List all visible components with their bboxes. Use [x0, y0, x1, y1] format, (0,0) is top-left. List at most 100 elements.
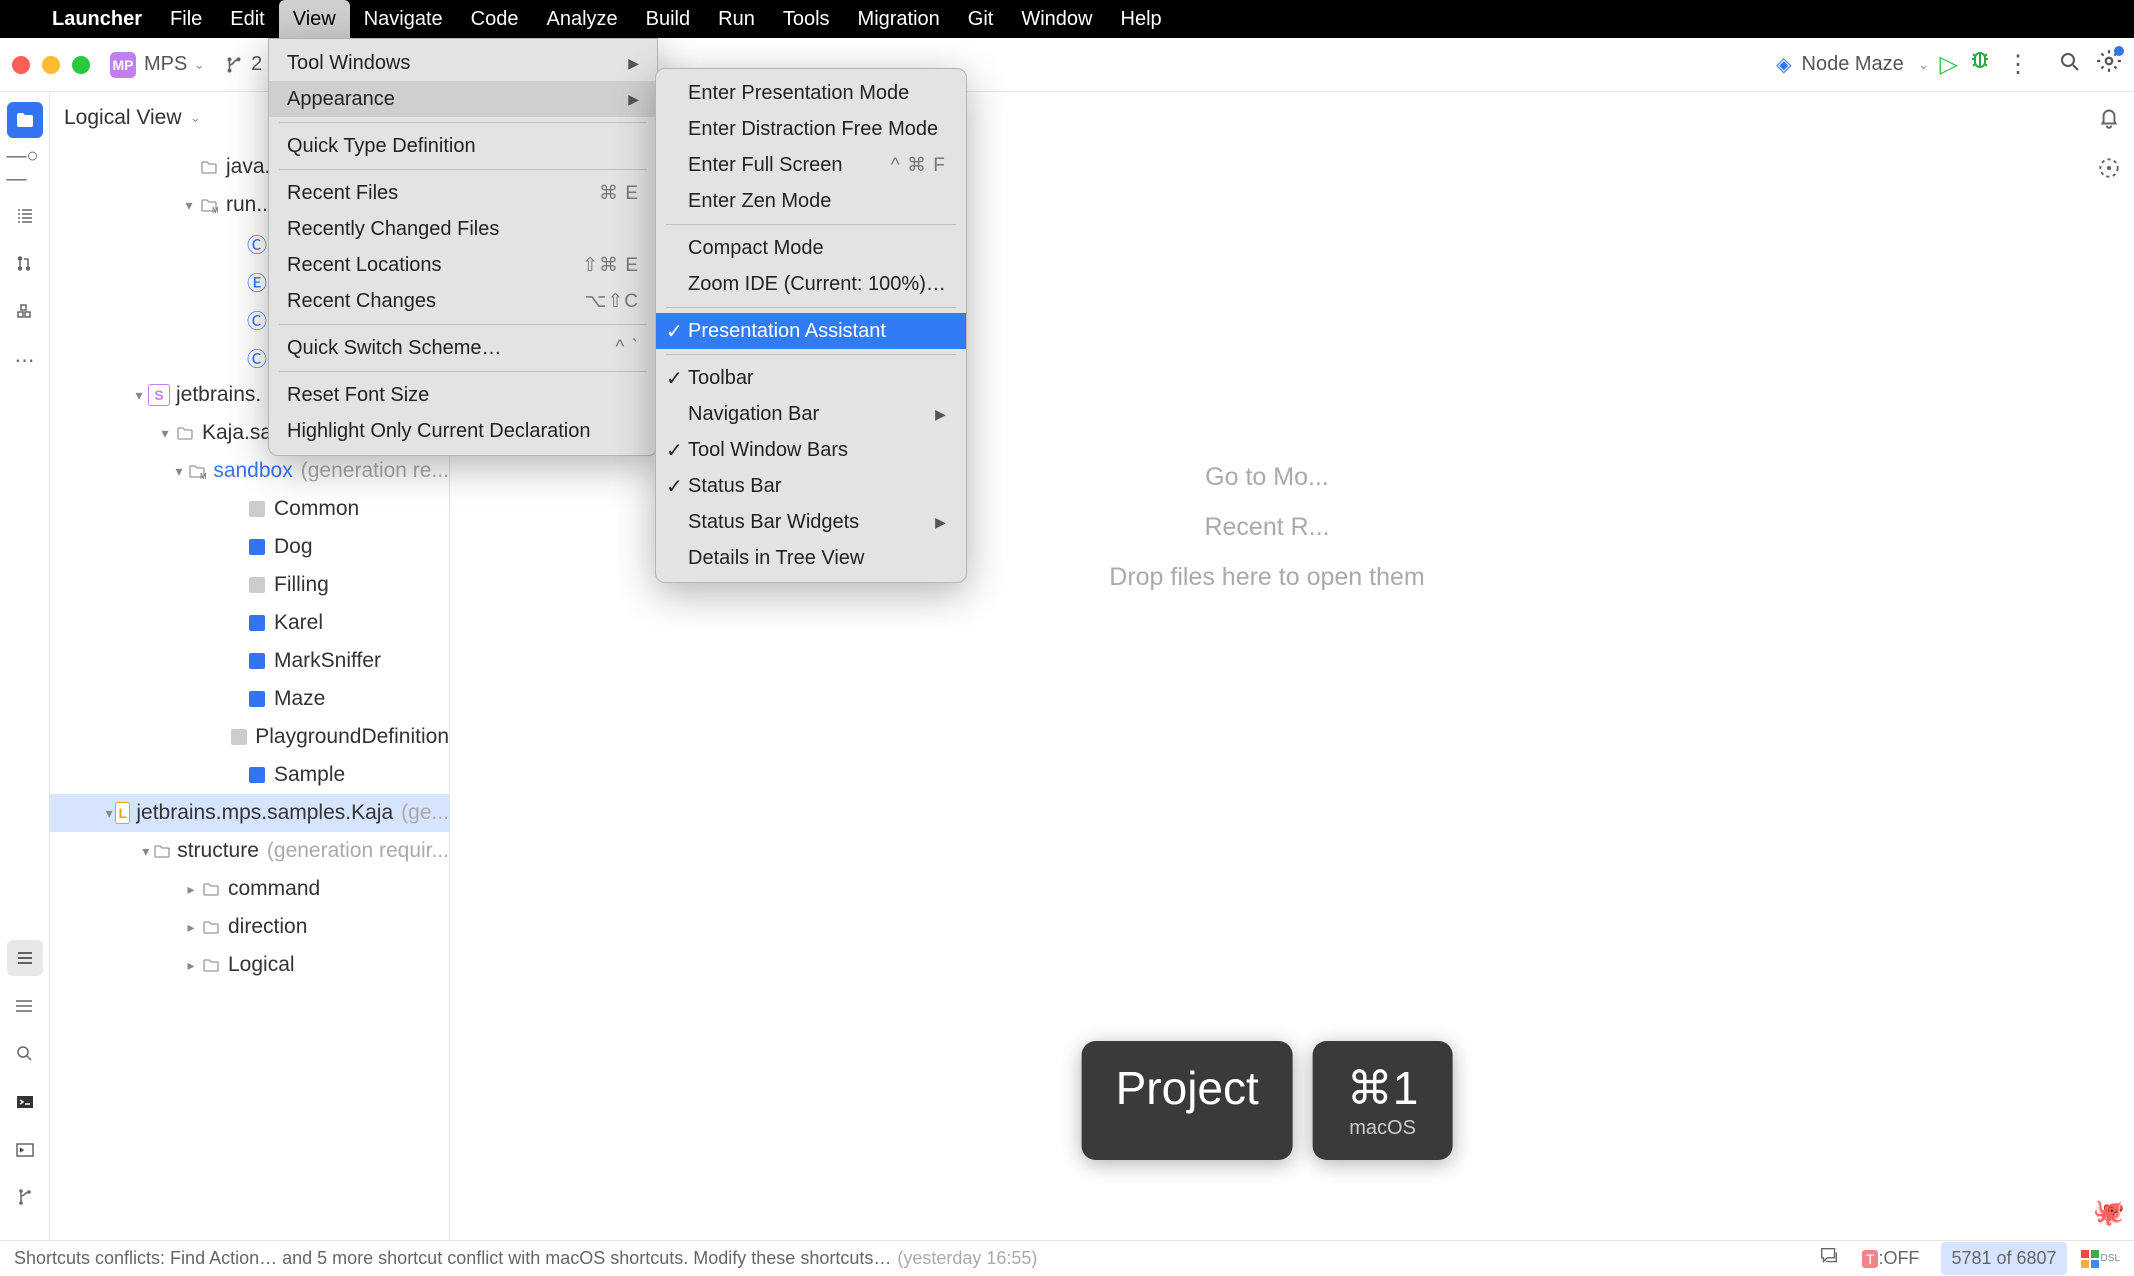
pull-requests-tool-icon[interactable] — [7, 246, 43, 282]
chat-icon[interactable] — [1818, 1245, 1840, 1272]
notifications-icon[interactable] — [2096, 104, 2122, 137]
tree-chevron-icon[interactable]: ▸ — [182, 881, 200, 898]
project-name[interactable]: MPS — [144, 53, 187, 76]
tree-chevron-icon[interactable]: ▾ — [180, 197, 198, 214]
menubar-help[interactable]: Help — [1107, 0, 1176, 38]
tree-chevron-icon[interactable]: ▸ — [182, 919, 200, 936]
menu-item-zoom-ide-current-100-[interactable]: Zoom IDE (Current: 100%)… — [656, 266, 966, 302]
menubar-migration[interactable]: Migration — [844, 0, 954, 38]
more-tool-icon[interactable]: ⋯ — [7, 342, 43, 378]
project-tool-icon[interactable] — [7, 102, 43, 138]
menubar-run[interactable]: Run — [704, 0, 769, 38]
tree-chevron-icon[interactable]: ▸ — [182, 957, 200, 974]
menu-item-recent-locations[interactable]: Recent Locations⇧⌘ E — [269, 247, 657, 283]
menu-item-recently-changed-files[interactable]: Recently Changed Files — [269, 211, 657, 247]
octocat-icon[interactable]: 🐙 — [2093, 1197, 2125, 1228]
tree-chevron-icon[interactable]: ▾ — [156, 425, 174, 442]
menubar-navigate[interactable]: Navigate — [350, 0, 457, 38]
dsl-icon[interactable]: DSL — [2081, 1250, 2120, 1268]
tree-row[interactable]: ▾Msandbox(generation re... — [50, 452, 449, 490]
menu-item-enter-presentation-mode[interactable]: Enter Presentation Mode — [656, 75, 966, 111]
toff-widget[interactable]: T:OFF — [1854, 1246, 1928, 1271]
tree-label: sandbox — [213, 459, 292, 483]
window-close-button[interactable] — [12, 56, 30, 74]
window-maximize-button[interactable] — [72, 56, 90, 74]
byte-icon[interactable] — [2096, 155, 2122, 188]
debug-icon[interactable] — [1968, 49, 1992, 80]
menu-item-quick-type-definition[interactable]: Quick Type Definition — [269, 128, 657, 164]
terminal-tool-icon[interactable] — [7, 1084, 43, 1120]
search-icon[interactable] — [2058, 50, 2082, 80]
menubar-edit[interactable]: Edit — [216, 0, 278, 38]
solution-icon: S — [148, 384, 170, 406]
menu-item-appearance[interactable]: Appearance▶ — [269, 81, 657, 117]
menu-item-quick-switch-scheme-[interactable]: Quick Switch Scheme…^ ` — [269, 330, 657, 366]
tree-row[interactable]: ▸Logical — [50, 946, 449, 984]
run-config-selector[interactable]: ◈ Node Maze ⌄ — [1776, 52, 1929, 77]
menubar-build[interactable]: Build — [632, 0, 704, 38]
menubar-view[interactable]: View — [279, 0, 350, 38]
menu-item-status-bar-widgets[interactable]: Status Bar Widgets▶ — [656, 504, 966, 540]
tree-chevron-icon[interactable]: ▾ — [103, 805, 115, 822]
tree-row[interactable]: ▾Ljetbrains.mps.samples.Kaja(ge... — [50, 794, 449, 832]
tree-label: jetbrains. — [176, 383, 261, 407]
menu-label: Quick Switch Scheme… — [287, 337, 502, 360]
menubar-tools[interactable]: Tools — [769, 0, 844, 38]
menu-item-recent-files[interactable]: Recent Files⌘ E — [269, 175, 657, 211]
menu-item-tool-windows[interactable]: Tool Windows▶ — [269, 45, 657, 81]
commit-tool-icon[interactable]: —○— — [7, 150, 43, 186]
folder-m-icon: M — [187, 460, 207, 482]
git-tool-icon[interactable] — [7, 1180, 43, 1216]
menu-item-tool-window-bars[interactable]: ✓Tool Window Bars — [656, 432, 966, 468]
settings-icon[interactable] — [2096, 48, 2122, 81]
console-tool-icon[interactable] — [7, 1132, 43, 1168]
menu-item-status-bar[interactable]: ✓Status Bar — [656, 468, 966, 504]
menu-item-enter-full-screen[interactable]: Enter Full Screen^ ⌘ F — [656, 147, 966, 183]
build-tool-icon[interactable] — [7, 294, 43, 330]
tree-row[interactable]: ▸command — [50, 870, 449, 908]
project-badge-icon[interactable]: MP — [110, 52, 136, 78]
tree-row[interactable]: Karel — [50, 604, 449, 642]
tree-row[interactable]: ▸direction — [50, 908, 449, 946]
tree-row[interactable]: ▾structure(generation requir... — [50, 832, 449, 870]
chevron-down-icon[interactable]: ⌄ — [193, 56, 205, 73]
tree-row[interactable]: Common — [50, 490, 449, 528]
menu-item-enter-distraction-free-mode[interactable]: Enter Distraction Free Mode — [656, 111, 966, 147]
menu-item-enter-zen-mode[interactable]: Enter Zen Mode — [656, 183, 966, 219]
menubar-analyze[interactable]: Analyze — [532, 0, 631, 38]
more-vertical-icon[interactable]: ⋮ — [2006, 50, 2030, 79]
tree-row[interactable]: PlaygroundDefinition — [50, 718, 449, 756]
menu-item-toolbar[interactable]: ✓Toolbar — [656, 360, 966, 396]
menubar-code[interactable]: Code — [457, 0, 533, 38]
status-message[interactable]: Shortcuts conflicts: Find Action… and 5 … — [14, 1248, 1818, 1269]
menubar-file[interactable]: File — [156, 0, 216, 38]
tree-row[interactable]: MarkSniffer — [50, 642, 449, 680]
vcs-branch-widget[interactable]: 2 — [225, 53, 262, 76]
tree-chevron-icon[interactable]: ▾ — [171, 463, 187, 480]
menu-item-navigation-bar[interactable]: Navigation Bar▶ — [656, 396, 966, 432]
tree-row[interactable]: Dog — [50, 528, 449, 566]
tree-row[interactable]: Sample — [50, 756, 449, 794]
folder-icon — [200, 878, 222, 900]
structure-tool-icon[interactable] — [7, 198, 43, 234]
tool-icon-b[interactable] — [7, 988, 43, 1024]
menubar-window[interactable]: Window — [1007, 0, 1106, 38]
menu-item-highlight-only-current-declaration[interactable]: Highlight Only Current Declaration — [269, 413, 657, 449]
svg-text:M: M — [200, 472, 206, 480]
menu-item-reset-font-size[interactable]: Reset Font Size — [269, 377, 657, 413]
menu-item-presentation-assistant[interactable]: ✓Presentation Assistant — [656, 313, 966, 349]
menubar-git[interactable]: Git — [954, 0, 1008, 38]
tree-chevron-icon[interactable]: ▾ — [130, 387, 148, 404]
tree-row[interactable]: Maze — [50, 680, 449, 718]
menu-item-compact-mode[interactable]: Compact Mode — [656, 230, 966, 266]
play-icon[interactable]: ▷ — [1940, 50, 1958, 79]
find-tool-icon[interactable] — [7, 1036, 43, 1072]
tree-row[interactable]: Filling — [50, 566, 449, 604]
window-minimize-button[interactable] — [42, 56, 60, 74]
menubar-app[interactable]: Launcher — [38, 0, 156, 38]
menu-item-details-in-tree-view[interactable]: Details in Tree View — [656, 540, 966, 576]
tree-chevron-icon[interactable]: ▾ — [138, 843, 153, 860]
tool-icon-a[interactable] — [7, 940, 43, 976]
memory-widget[interactable]: 5781 of 6807 — [1941, 1242, 2066, 1275]
menu-item-recent-changes[interactable]: Recent Changes⌥⇧C — [269, 283, 657, 319]
